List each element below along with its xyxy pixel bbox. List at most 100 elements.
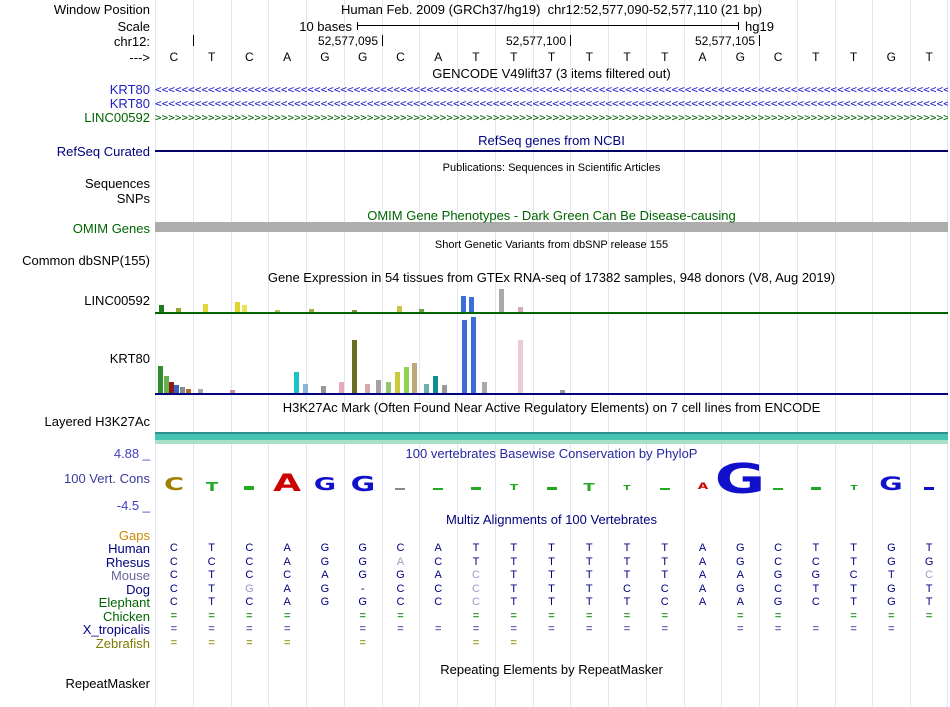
species-label-x_tropicalis[interactable]: X_tropicalis (0, 622, 150, 637)
h3k27ac-title[interactable]: H3K27Ac Mark (Often Found Near Active Re… (155, 400, 948, 415)
gtex-expression-bar (395, 372, 400, 394)
alignment-base: T (850, 542, 857, 554)
track-label-repeatmasker[interactable]: RepeatMasker (0, 676, 150, 691)
alignment-base: = (208, 637, 215, 649)
alignment-base: T (510, 542, 518, 554)
species-label-mouse[interactable]: Mouse (0, 568, 150, 583)
omim-title[interactable]: OMIM Gene Phenotypes - Dark Green Can Be… (155, 208, 948, 223)
alignment-base: T (661, 556, 669, 568)
alignment-base: T (585, 556, 593, 568)
refseq-title[interactable]: RefSeq genes from NCBI (155, 133, 948, 148)
alignment-base: C (623, 583, 631, 595)
phylop-scale-max: 4.88 _ (113, 446, 150, 461)
h3k27ac-layered-band[interactable] (155, 432, 948, 444)
gencode-item-krt80[interactable]: <<<<<<<<<<<<<<<<<<<<<<<<<<<<<<<<<<<<<<<<… (155, 97, 948, 110)
alignment-base: C (169, 583, 178, 595)
alignment-base: T (548, 542, 555, 554)
sequence-base: A (283, 50, 292, 64)
track-label-snps[interactable]: SNPs (0, 191, 150, 206)
alignment-base: G (887, 583, 896, 595)
alignment-base: T (623, 556, 631, 568)
gtex-baseline (155, 393, 948, 395)
alignment-base: G (320, 542, 330, 554)
track-label-omim-genes[interactable]: OMIM Genes (0, 221, 150, 236)
alignment-base: C (283, 569, 292, 581)
alignment-base: = (661, 610, 668, 622)
omim-genes-bar[interactable] (155, 222, 948, 232)
phylop-logo-letter: T (205, 480, 218, 494)
alignment-base: = (246, 610, 253, 622)
track-label-gtex-linc00592[interactable]: LINC00592 (0, 293, 150, 308)
track-label-sequences[interactable]: Sequences (0, 176, 150, 191)
alignment-base: T (585, 569, 593, 581)
track-label-linc00592[interactable]: LINC00592 (0, 110, 150, 125)
track-label-krt80[interactable]: KRT80 (0, 82, 150, 97)
alignment-base: C (660, 596, 669, 608)
repeatmasker-title[interactable]: Repeating Elements by RepeatMasker (155, 662, 948, 677)
publications-title[interactable]: Publications: Sequences in Scientific Ar… (155, 162, 948, 174)
track-label-layered-h3k27ac[interactable]: Layered H3K27Ac (0, 414, 150, 429)
gtex-expression-bar (294, 372, 299, 394)
alignment-base: = (737, 623, 744, 635)
track-label-common-dbsnp[interactable]: Common dbSNP(155) (0, 253, 150, 268)
alignment-base: G (320, 583, 330, 595)
alignment-base: C (774, 583, 783, 595)
dbsnp-title[interactable]: Short Genetic Variants from dbSNP releas… (155, 239, 948, 251)
phylop-logo-mark (395, 488, 405, 490)
alignment-base: = (472, 637, 480, 649)
alignment-base: G (773, 596, 783, 608)
alignment-base: T (585, 596, 593, 608)
strand-label: ---> (129, 50, 150, 65)
track-label-gtex-krt80[interactable]: KRT80 (0, 351, 150, 366)
gtex-expression-bar (518, 340, 523, 394)
sequence-base: T (472, 50, 480, 64)
track-label-krt80[interactable]: KRT80 (0, 96, 150, 111)
alignment-base: = (208, 623, 215, 635)
alignment-base: G (320, 556, 330, 568)
alignment-base: T (510, 596, 518, 608)
alignment-base: C (396, 542, 405, 554)
alignment-base: = (888, 623, 895, 635)
alignment-base: = (359, 623, 366, 635)
phylop-logo-letter: A (697, 482, 708, 492)
alignment-base: T (925, 542, 933, 554)
track-label-100-vert-cons[interactable]: 100 Vert. Cons (0, 471, 150, 486)
sequence-base: T (510, 50, 518, 64)
alignment-base: T (850, 583, 857, 595)
alignment-base: A (434, 542, 442, 554)
window-position-title: Human Feb. 2009 (GRCh37/hg19) chr12:52,5… (340, 2, 763, 17)
phylop-logo-mark (471, 487, 481, 490)
gtex-title[interactable]: Gene Expression in 54 tissues from GTEx … (155, 270, 948, 285)
alignment-base: = (283, 610, 291, 622)
alignment-base: T (548, 556, 555, 568)
species-label-elephant[interactable]: Elephant (0, 595, 150, 610)
sequence-base: T (623, 50, 631, 64)
multiz-title[interactable]: Multiz Alignments of 100 Vertebrates (155, 512, 948, 527)
alignment-base: = (208, 610, 215, 622)
species-label-zebrafish[interactable]: Zebrafish (0, 636, 150, 651)
gtex-expression-bar (499, 289, 504, 313)
alignment-base: A (283, 542, 291, 554)
alignment-base: A (283, 583, 291, 595)
gtex-baseline (155, 312, 948, 314)
phylop-logo-mark (433, 488, 443, 490)
gtex-expression-bar (469, 297, 474, 313)
refseq-curated-line[interactable] (155, 150, 948, 152)
alignment-base: C (471, 583, 480, 595)
alignment-base: = (774, 610, 782, 622)
alignment-base: T (850, 556, 857, 568)
alignment-base: T (812, 542, 820, 554)
phylop-title[interactable]: 100 vertebrates Basewise Conservation by… (155, 446, 948, 461)
sequence-base: G (735, 50, 745, 64)
track-label-refseq-curated[interactable]: RefSeq Curated (0, 144, 150, 159)
gencode-item-linc00592[interactable]: >>>>>>>>>>>>>>>>>>>>>>>>>>>>>>>>>>>>>>>>… (155, 111, 948, 124)
alignment-base: A (283, 556, 291, 568)
phylop-logo-letter: G (350, 472, 376, 496)
alignment-base: = (548, 623, 555, 635)
alignment-base: = (434, 623, 442, 635)
gencode-item-krt80[interactable]: <<<<<<<<<<<<<<<<<<<<<<<<<<<<<<<<<<<<<<<<… (155, 83, 948, 96)
gencode-title[interactable]: GENCODE V49lift37 (3 items filtered out) (155, 66, 948, 81)
genome-browser-screenshot: 10 bases hg19 52,577,095 52,577,100 52,577… (0, 0, 950, 707)
h3k27ac-band-low (155, 440, 948, 444)
species-label-human[interactable]: Human (0, 541, 150, 556)
